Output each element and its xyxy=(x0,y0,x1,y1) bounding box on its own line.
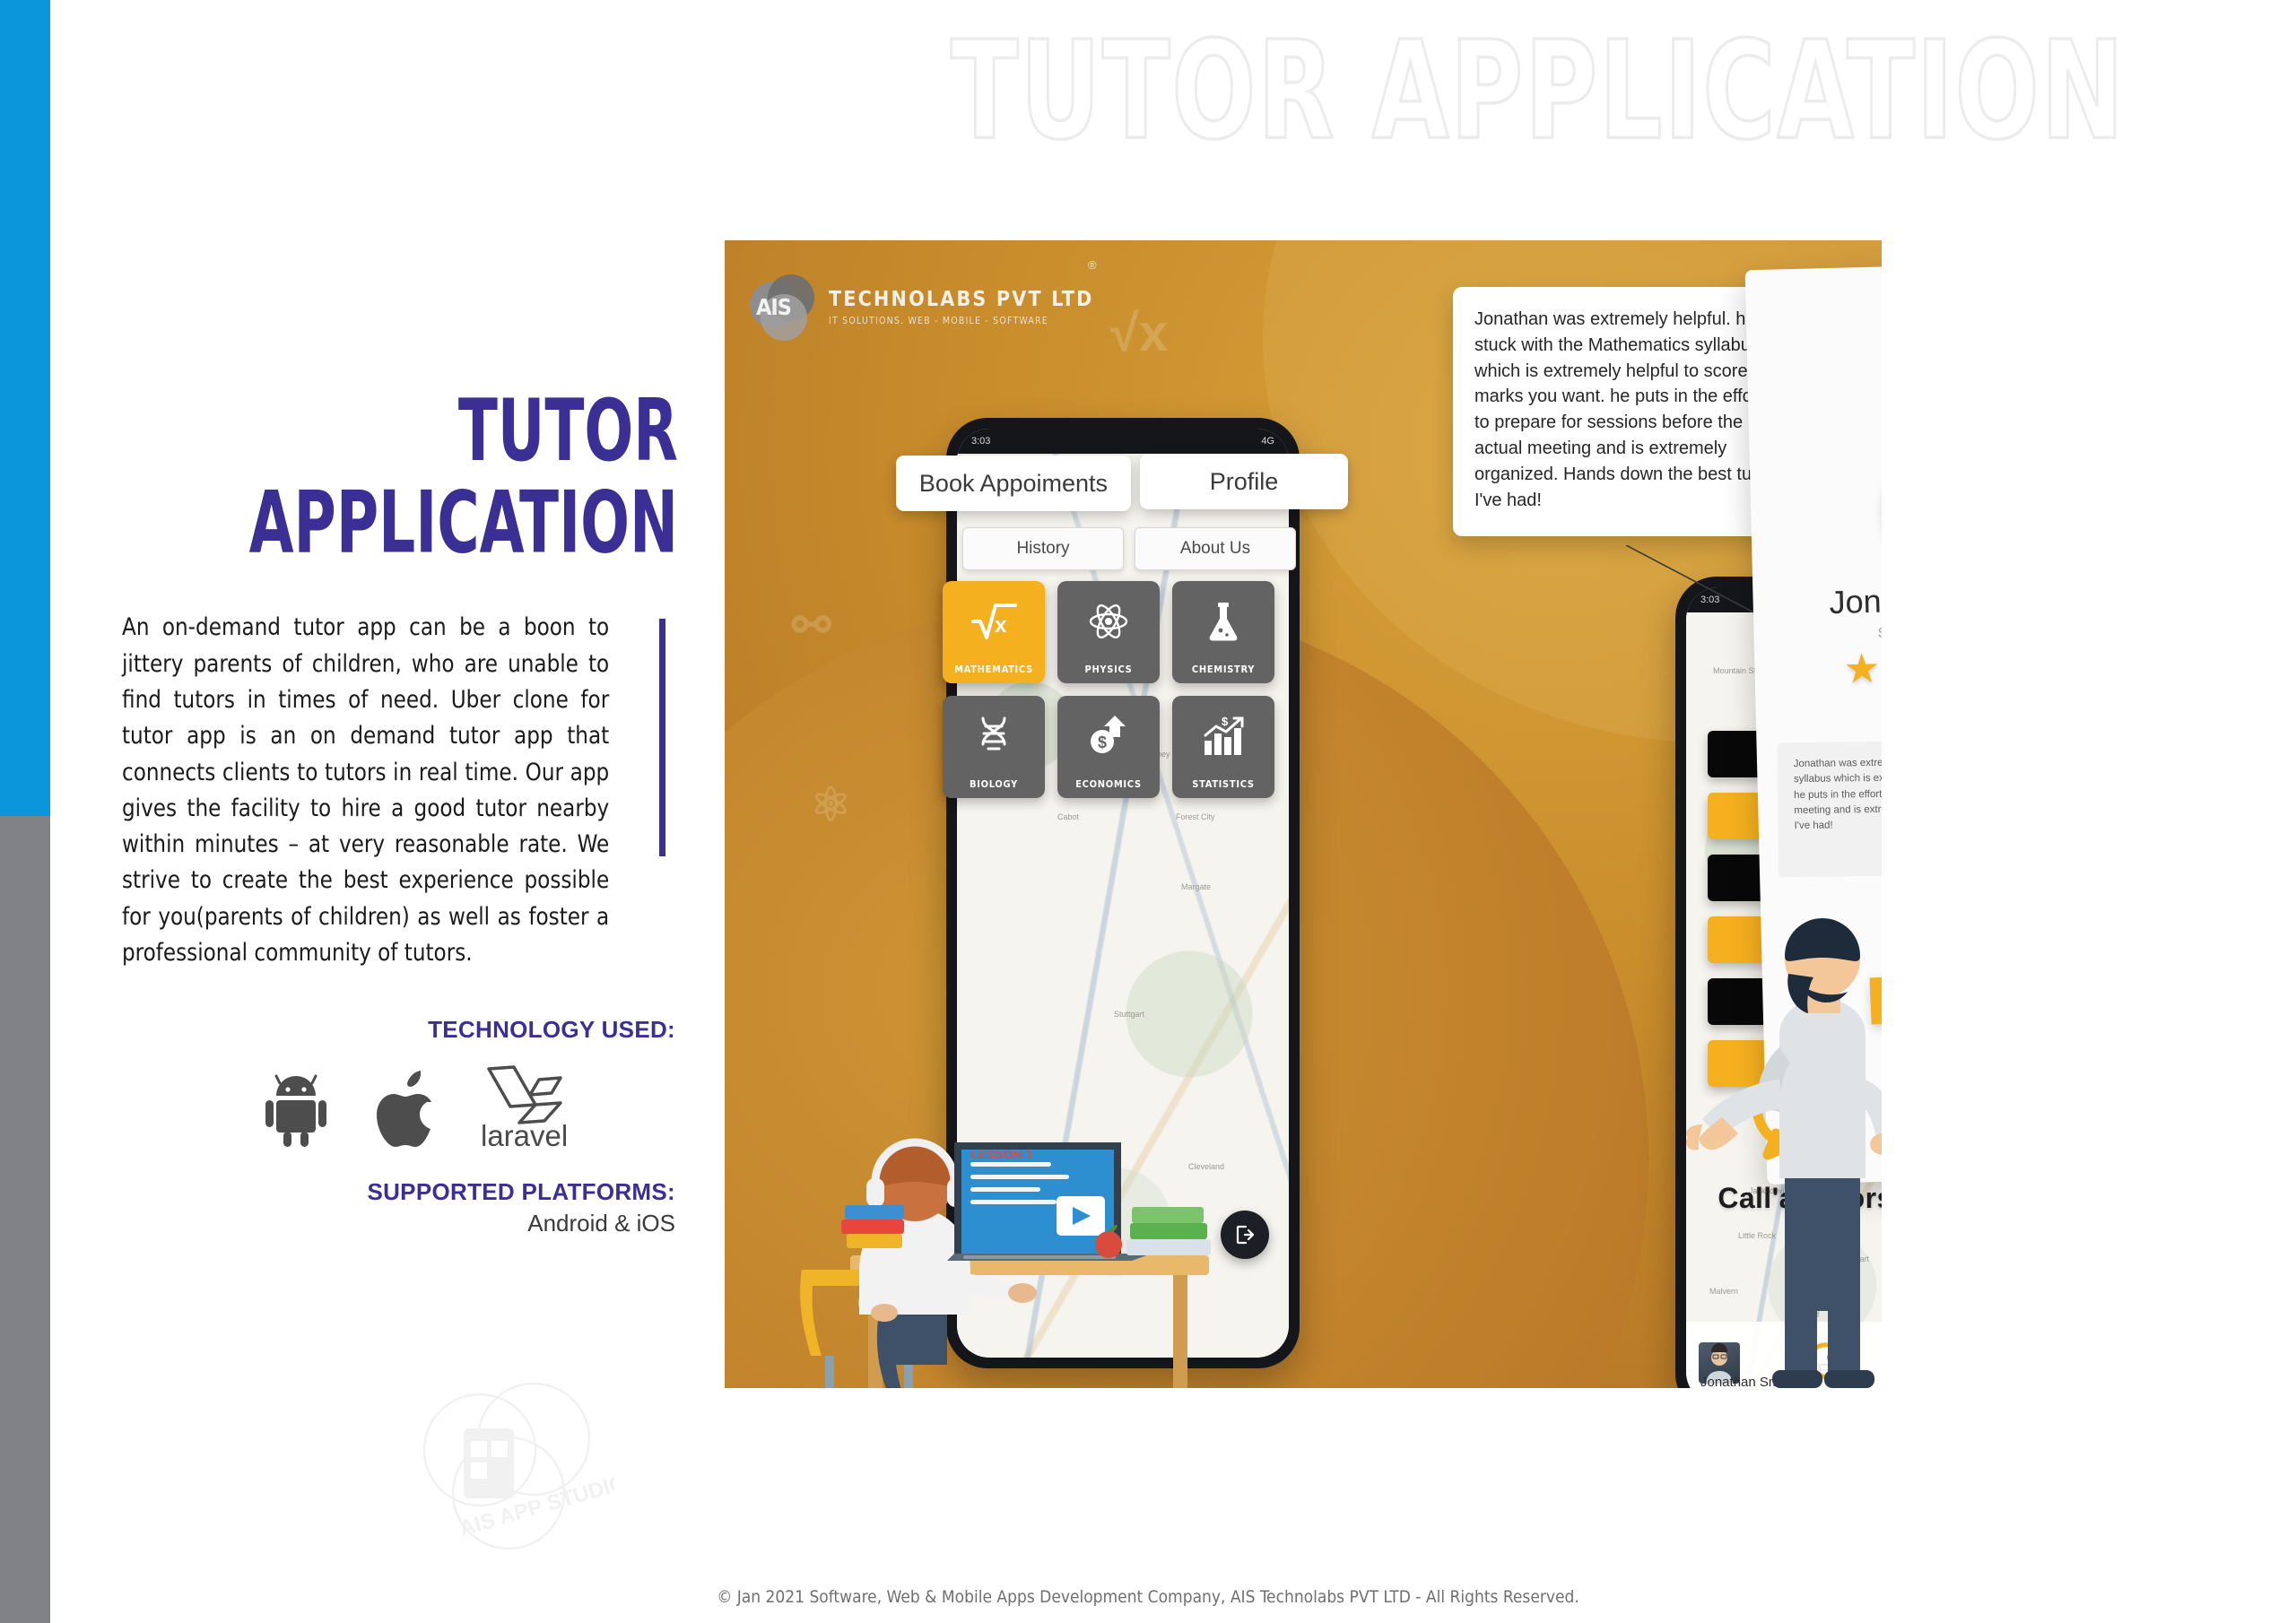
subject-tile-biology[interactable]: BIOLOGY xyxy=(943,696,1045,798)
phone1-statusbar: 3:03 4G xyxy=(957,429,1289,454)
tab-book-appointments[interactable]: Book Appoiments xyxy=(896,456,1131,511)
subject-label: STATISTICS xyxy=(1192,778,1255,790)
supported-platforms-value: Android & iOS xyxy=(527,1210,675,1237)
bar-chart-icon: $ xyxy=(1172,710,1274,762)
map-label: Cabot xyxy=(1057,812,1080,821)
subject-tile-chemistry[interactable]: CHEMISTRY xyxy=(1172,581,1274,683)
subject-label: BIOLOGY xyxy=(970,778,1018,790)
tab-about-us[interactable]: About Us xyxy=(1135,527,1296,570)
subject-label: MATHEMATICS xyxy=(954,664,1033,675)
star-1[interactable]: ★ xyxy=(1843,645,1882,692)
svg-text:x: x xyxy=(995,613,1007,638)
student-illustration: LESSON 1 xyxy=(778,1047,1263,1388)
technology-used-label: TECHNOLOGY USED: xyxy=(428,1016,675,1044)
technology-logos: laravel xyxy=(122,1063,678,1153)
page-title: TUTOR APPLICATION xyxy=(167,386,678,570)
left-rail-blue xyxy=(0,0,50,816)
dna-icon xyxy=(943,710,1045,762)
description-paragraph: An on-demand tutor app can be a boon to … xyxy=(122,613,610,967)
android-icon xyxy=(265,1069,334,1148)
phone1-status-network: 4G xyxy=(1261,436,1274,447)
footer-copyright: © Jan 2021 Software, Web & Mobile Apps D… xyxy=(717,1587,1579,1607)
doodle-sqrt-icon: √x xyxy=(1110,304,1169,362)
left-rail-gray xyxy=(0,816,50,1623)
subject-tile-physics[interactable]: PHYSICS xyxy=(1057,581,1160,683)
map-label: Margate xyxy=(1181,882,1212,891)
page-title-line1: TUTOR xyxy=(457,382,678,482)
money-growth-icon: $ xyxy=(1057,710,1160,762)
tab-history[interactable]: History xyxy=(962,527,1124,570)
page-title-line2: APPLICATION xyxy=(248,474,678,573)
map-label: Stuttgart xyxy=(1114,1010,1145,1019)
ais-mark-icon: AIS xyxy=(750,274,814,341)
subject-label: PHYSICS xyxy=(1084,664,1133,675)
map-label: Forest City xyxy=(1176,812,1215,821)
square-root-icon: x xyxy=(943,595,1045,647)
profile-review-text: Jonathan was extremely helpful. he stuck… xyxy=(1777,738,1882,878)
ais-company-name: TECHNOLABS PVT LTD xyxy=(829,287,1094,311)
subject-label: ECONOMICS xyxy=(1075,778,1142,790)
svg-text:$: $ xyxy=(1222,716,1229,728)
lesson-label: LESSON 1 xyxy=(970,1147,1032,1161)
subject-tile-mathematics[interactable]: x MATHEMATICS xyxy=(943,581,1045,683)
laravel-wordmark: laravel xyxy=(481,1119,569,1153)
experience-label: Nice Experience! xyxy=(1756,702,1882,729)
man-pointing-illustration xyxy=(1622,904,1882,1388)
header-watermark-title: TUTOR APPLICATION xyxy=(950,11,2126,171)
ais-company-logo: AIS TECHNOLABS PVT LTD IT SOLUTIONS. WEB… xyxy=(750,274,1094,341)
rating-stars[interactable]: ★ ★ ★ ★ ★ xyxy=(1754,641,1882,692)
doodle-dna-icon: ⚯ xyxy=(792,600,831,652)
left-content-column: TUTOR APPLICATION An on-demand tutor app… xyxy=(122,386,678,1237)
supported-platforms-label: SUPPORTED PLATFORMS: xyxy=(367,1178,675,1206)
profile-name: Jonathan Smith xyxy=(1829,578,1882,621)
svg-text:$: $ xyxy=(1098,733,1107,751)
apple-icon xyxy=(371,1067,443,1150)
doodle-atom-icon: ⚛ xyxy=(810,779,852,831)
registered-mark: ® xyxy=(1088,258,1097,272)
atom-icon xyxy=(1057,595,1160,647)
ais-company-tagline: IT SOLUTIONS. WEB - MOBILE - SOFTWARE xyxy=(829,315,1048,326)
accent-divider xyxy=(659,619,665,856)
phone1-status-time: 3:03 xyxy=(971,436,991,447)
subject-grid: x MATHEMATICS PHYSICS CHEMISTRY BIOLOGY … xyxy=(943,581,1292,798)
subject-tile-economics[interactable]: $ ECONOMICS xyxy=(1057,696,1160,798)
subject-tile-statistics[interactable]: $ STATISTICS xyxy=(1172,696,1274,798)
laravel-icon: laravel xyxy=(481,1063,568,1153)
tab-profile[interactable]: Profile xyxy=(1140,454,1348,509)
subject-label: CHEMISTRY xyxy=(1191,664,1256,675)
showcase-panel: √x ⚯ ⚛ ⚗ 📈 $ ⚛ √ AIS TECHNOLABS PVT LTD … xyxy=(725,240,1882,1388)
ais-mark-text: AIS xyxy=(756,294,792,320)
ais-app-studio-watermark: AIS APP STUDIO xyxy=(408,1376,629,1560)
profile-location: Stadium, Ahmedabad xyxy=(1877,622,1882,641)
flask-icon xyxy=(1172,595,1274,647)
